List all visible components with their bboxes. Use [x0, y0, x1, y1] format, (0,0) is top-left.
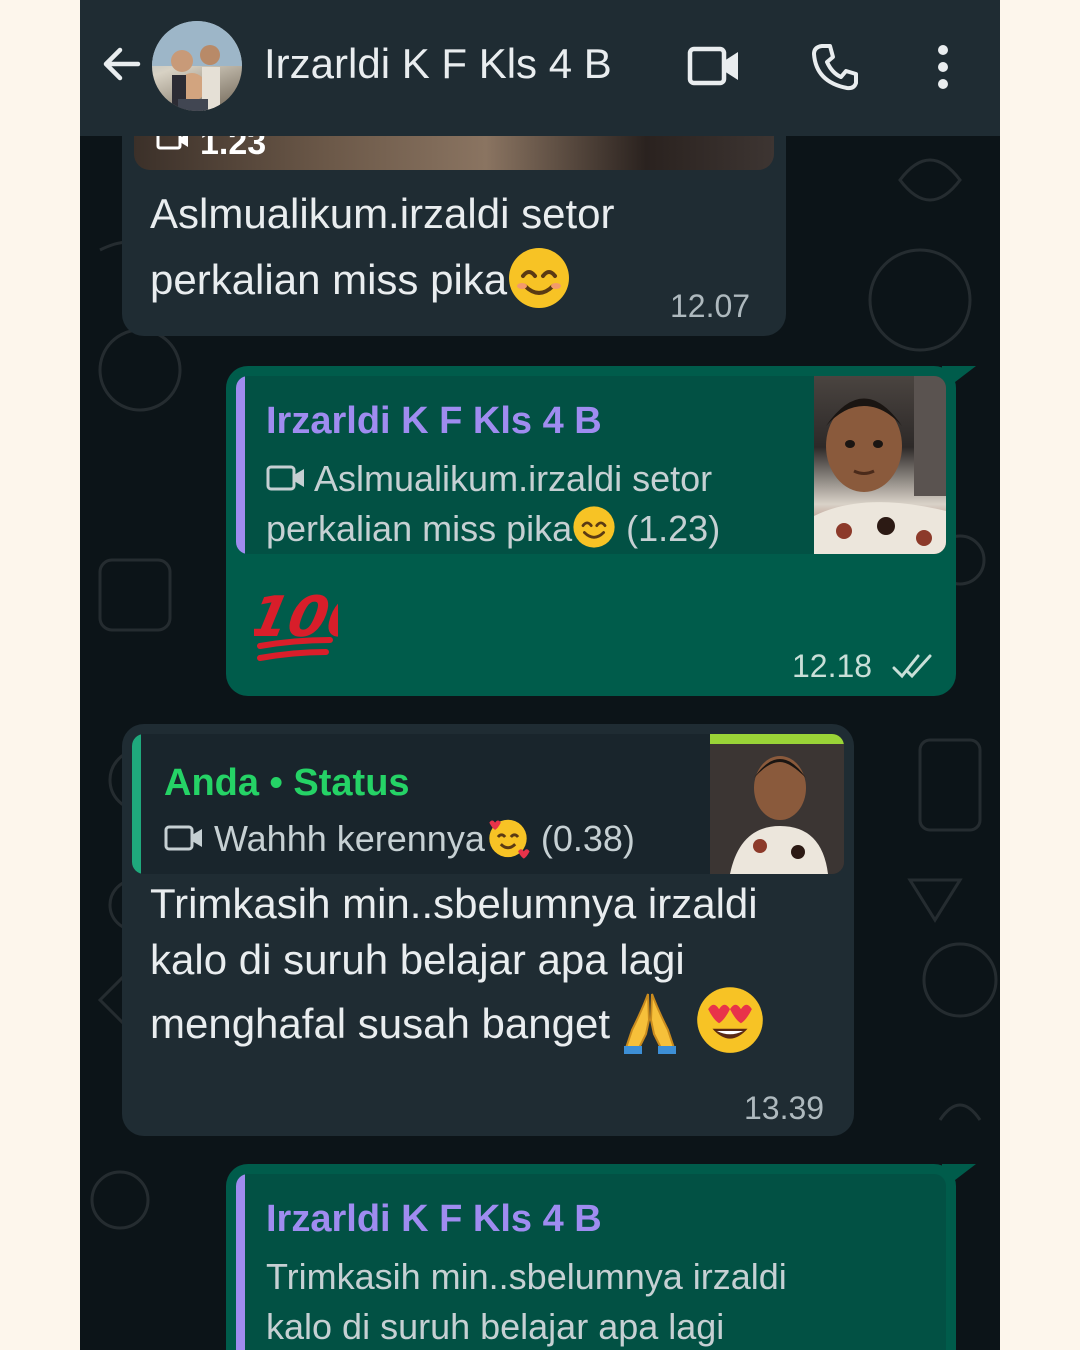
message-bubble-outgoing[interactable]: Irzarldi K F Kls 4 B Aslmualikum.irzaldi… [226, 366, 976, 696]
double-check-read-icon [892, 654, 932, 679]
message-text: menghafal susah banget [150, 1000, 611, 1047]
quoted-message[interactable]: Irzarldi K F Kls 4 B Trimkasih min..sbel… [236, 1174, 946, 1350]
quoted-text-line: Wahhh kerennya (0.38) [164, 814, 635, 864]
quoted-author: Irzarldi K F Kls 4 B [266, 400, 602, 442]
message-text-line: Aslmualikum.irzaldi setor [150, 190, 615, 237]
quoted-text: perkalian miss pika [266, 508, 573, 549]
video-camera-icon [266, 465, 304, 491]
quoted-text-line: perkalian miss pika (1.23) [266, 504, 720, 554]
quoted-text-line: Aslmualikum.irzaldi setor [266, 454, 712, 504]
folded-hands-icon [623, 993, 676, 1054]
bubble-tail [942, 366, 976, 392]
more-vert-icon[interactable] [934, 44, 952, 90]
quoted-duration: (0.38) [540, 818, 635, 859]
video-camera-icon [164, 825, 202, 851]
quoted-status[interactable]: Anda • Status Wahhh kerennya (0.38) [132, 734, 844, 874]
quoted-message[interactable]: Irzarldi K F Kls 4 B Aslmualikum.irzaldi… [236, 376, 946, 554]
contact-name[interactable]: Irzarldi K F Kls 4 B [264, 40, 612, 88]
quoted-text-line: kalo di suruh belajar apa lagi [266, 1306, 725, 1347]
quoted-author: Anda • Status [164, 762, 410, 804]
quoted-text: Aslmualikum.irzaldi setor [314, 458, 713, 499]
smiling-face-with-hearts-icon [489, 820, 530, 860]
smiling-face-icon [573, 506, 615, 549]
back-arrow-icon[interactable] [98, 40, 146, 88]
message-text-line: Trimkasih min..sbelumnya irzaldi [150, 880, 758, 927]
message-text-line: kalo di suruh belajar apa lagi [150, 936, 685, 983]
hundred-points-icon: 100 [254, 585, 338, 661]
quoted-duration: (1.23) [626, 508, 721, 549]
message-time: 12.18 [792, 648, 873, 684]
quoted-thumbnail [710, 734, 844, 874]
message-text-line: menghafal susah banget [150, 987, 765, 1055]
message-bubble-incoming[interactable]: Anda • Status Wahhh kerennya (0.38) Trim… [122, 724, 854, 1136]
message-text-line: perkalian miss pika [150, 247, 571, 310]
message-text: perkalian miss pika [150, 256, 508, 303]
phone-call-icon[interactable] [810, 42, 860, 92]
bubble-tail [942, 1164, 976, 1190]
quoted-text: Wahhh kerennya [214, 818, 485, 859]
chat-header: Irzarldi K F Kls 4 B [80, 0, 1000, 136]
smiling-face-icon [509, 247, 570, 308]
message-time: 13.39 [744, 1090, 825, 1126]
quoted-thumbnail [814, 376, 946, 554]
contact-avatar[interactable] [152, 21, 242, 111]
video-call-icon[interactable] [686, 44, 742, 88]
message-bubble-outgoing[interactable]: Irzarldi K F Kls 4 B Trimkasih min..sbel… [226, 1164, 976, 1350]
message-time: 12.07 [670, 288, 751, 324]
quoted-text-line: Trimkasih min..sbelumnya irzaldi [266, 1256, 787, 1297]
quoted-author: Irzarldi K F Kls 4 B [266, 1198, 602, 1240]
heart-eyes-face-icon [697, 987, 764, 1053]
chat-screen: Irzarldi K F Kls 4 B 1.23 Aslmualikum.ir… [80, 0, 1000, 1350]
